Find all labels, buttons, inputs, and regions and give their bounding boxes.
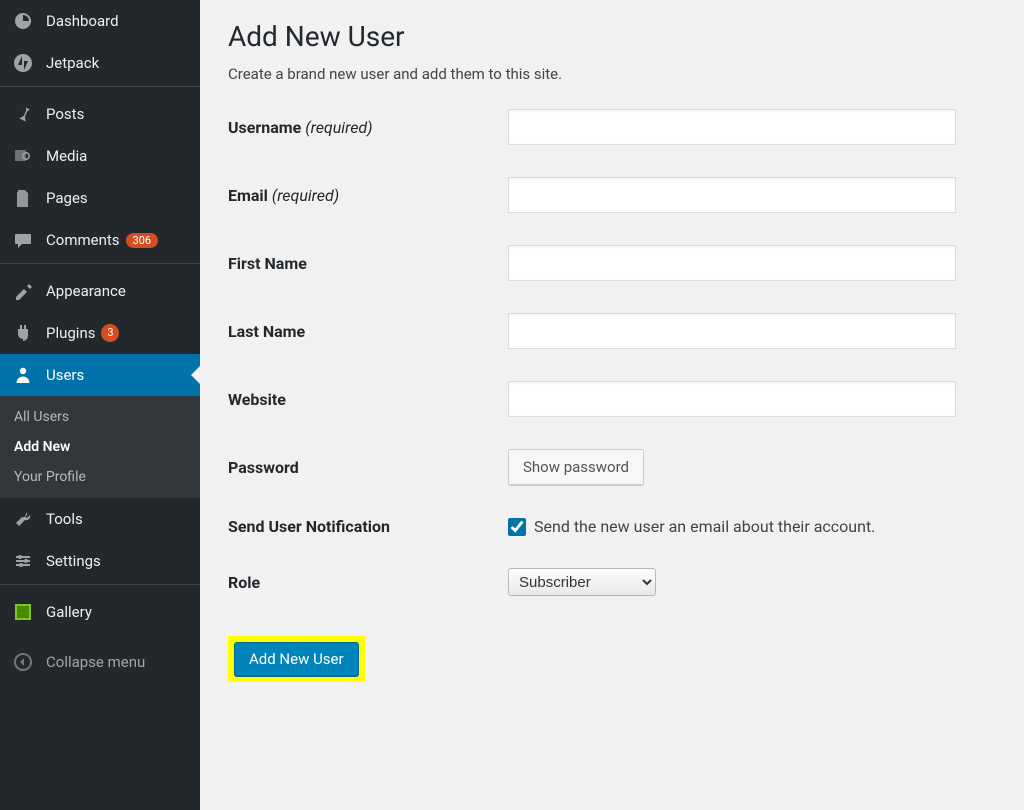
- label-lastname: Last Name: [228, 322, 508, 341]
- notification-description: Send the new user an email about their a…: [534, 517, 875, 536]
- dashboard-icon: [12, 10, 34, 32]
- label-password: Password: [228, 458, 508, 477]
- row-lastname: Last Name: [228, 313, 996, 349]
- input-lastname[interactable]: [508, 313, 956, 349]
- input-firstname[interactable]: [508, 245, 956, 281]
- label-email: Email (required): [228, 186, 508, 205]
- sidebar-item-media[interactable]: Media: [0, 135, 200, 177]
- sidebar-item-plugins[interactable]: Plugins 3: [0, 312, 200, 354]
- sidebar-item-jetpack[interactable]: Jetpack: [0, 42, 200, 84]
- sidebar-item-settings[interactable]: Settings: [0, 540, 200, 582]
- sidebar-item-label: Settings: [46, 552, 101, 570]
- sidebar-item-appearance[interactable]: Appearance: [0, 270, 200, 312]
- label-website: Website: [228, 390, 508, 409]
- sidebar-item-label: Posts: [46, 105, 84, 123]
- submenu-your-profile[interactable]: Your Profile: [0, 462, 200, 492]
- sidebar-item-tools[interactable]: Tools: [0, 498, 200, 540]
- row-password: Password Show password: [228, 449, 996, 485]
- row-website: Website: [228, 381, 996, 417]
- sidebar-item-posts[interactable]: Posts: [0, 93, 200, 135]
- show-password-button[interactable]: Show password: [508, 449, 644, 485]
- gallery-icon: [12, 601, 34, 623]
- sidebar-separator: [0, 86, 200, 93]
- jetpack-icon: [12, 52, 34, 74]
- user-form: Username (required) Email (required) Fir…: [228, 109, 996, 682]
- sidebar-item-label: Gallery: [46, 603, 92, 621]
- submenu-all-users[interactable]: All Users: [0, 402, 200, 432]
- row-email: Email (required): [228, 177, 996, 213]
- sidebar-item-gallery[interactable]: Gallery: [0, 591, 200, 633]
- tools-icon: [12, 508, 34, 530]
- label-username: Username (required): [228, 118, 508, 137]
- sidebar-item-label: Media: [46, 147, 87, 165]
- page-subtitle: Create a brand new user and add them to …: [228, 65, 996, 83]
- sidebar-item-label: Dashboard: [46, 12, 119, 30]
- comments-badge: 306: [126, 233, 159, 248]
- settings-icon: [12, 550, 34, 572]
- sidebar-item-dashboard[interactable]: Dashboard: [0, 0, 200, 42]
- plugins-badge: 3: [101, 324, 119, 342]
- plugins-icon: [12, 322, 34, 344]
- row-notification: Send User Notification Send the new user…: [228, 517, 996, 536]
- label-notification: Send User Notification: [228, 517, 508, 536]
- admin-sidebar: Dashboard Jetpack Posts Media Pages Comm…: [0, 0, 200, 810]
- users-icon: [12, 364, 34, 386]
- sidebar-separator: [0, 263, 200, 270]
- sidebar-item-label: Tools: [46, 510, 83, 528]
- sidebar-item-label: Appearance: [46, 282, 126, 300]
- add-new-user-button[interactable]: Add New User: [234, 642, 359, 676]
- pushpin-icon: [12, 103, 34, 125]
- row-role: Role Subscriber: [228, 568, 996, 596]
- sidebar-item-label: Users: [46, 366, 84, 384]
- comments-icon: [12, 229, 34, 251]
- appearance-icon: [12, 280, 34, 302]
- collapse-menu[interactable]: Collapse menu: [0, 641, 200, 683]
- row-username: Username (required): [228, 109, 996, 145]
- media-icon: [12, 145, 34, 167]
- sidebar-item-label: Comments: [46, 231, 120, 249]
- label-firstname: First Name: [228, 254, 508, 273]
- input-website[interactable]: [508, 381, 956, 417]
- checkbox-send-notification[interactable]: [508, 518, 526, 536]
- select-role[interactable]: Subscriber: [508, 568, 656, 596]
- submenu-add-new[interactable]: Add New: [0, 432, 200, 462]
- sidebar-item-label: Jetpack: [46, 54, 99, 72]
- input-username[interactable]: [508, 109, 956, 145]
- collapse-label: Collapse menu: [46, 653, 145, 671]
- sidebar-item-pages[interactable]: Pages: [0, 177, 200, 219]
- main-content: Add New User Create a brand new user and…: [200, 0, 1024, 810]
- sidebar-item-label: Plugins: [46, 324, 95, 342]
- collapse-icon: [12, 651, 34, 673]
- label-role: Role: [228, 573, 508, 592]
- users-submenu: All Users Add New Your Profile: [0, 396, 200, 498]
- sidebar-item-label: Pages: [46, 189, 88, 207]
- pages-icon: [12, 187, 34, 209]
- input-email[interactable]: [508, 177, 956, 213]
- sidebar-item-users[interactable]: Users: [0, 354, 200, 396]
- page-title: Add New User: [228, 20, 996, 53]
- sidebar-separator: [0, 584, 200, 591]
- submit-highlight: Add New User: [228, 636, 365, 682]
- row-firstname: First Name: [228, 245, 996, 281]
- sidebar-item-comments[interactable]: Comments 306: [0, 219, 200, 261]
